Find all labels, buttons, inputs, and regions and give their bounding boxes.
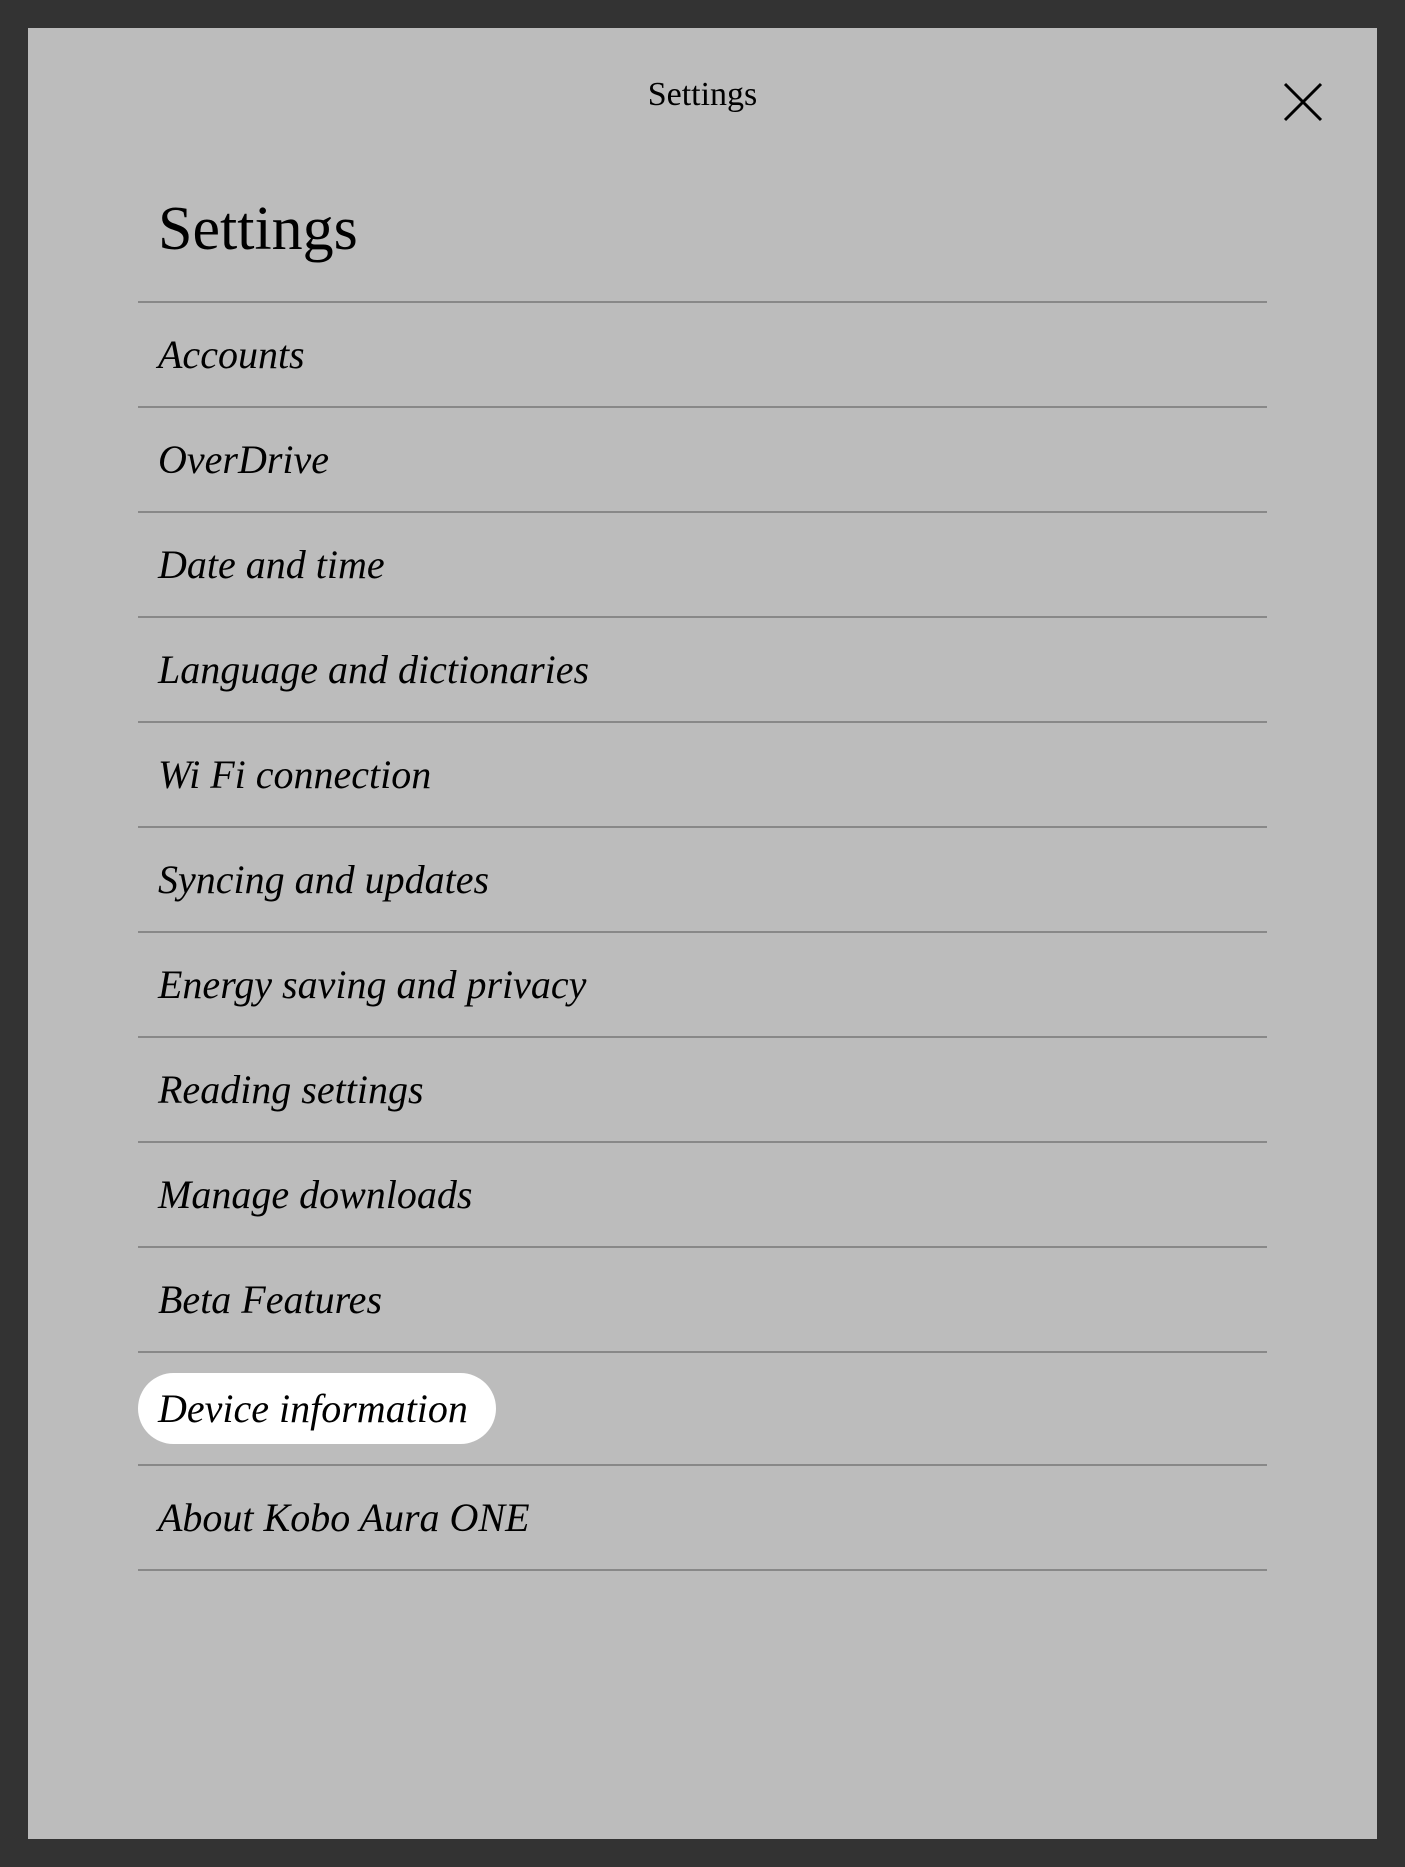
- settings-item-label: Wi Fi connection: [158, 751, 431, 798]
- settings-item-downloads[interactable]: Manage downloads: [138, 1143, 1267, 1248]
- settings-item-date-time[interactable]: Date and time: [138, 513, 1267, 618]
- settings-item-wifi[interactable]: Wi Fi connection: [138, 723, 1267, 828]
- settings-item-overdrive[interactable]: OverDrive: [138, 408, 1267, 513]
- settings-item-label: Reading settings: [158, 1066, 424, 1113]
- settings-item-label: Accounts: [158, 331, 305, 378]
- settings-item-reading[interactable]: Reading settings: [138, 1038, 1267, 1143]
- settings-item-label: OverDrive: [158, 436, 329, 483]
- settings-item-label: Syncing and updates: [158, 856, 489, 903]
- settings-item-about[interactable]: About Kobo Aura ONE: [138, 1466, 1267, 1571]
- highlight-pill: Device information: [138, 1373, 496, 1444]
- settings-item-label: Language and dictionaries: [158, 646, 589, 693]
- settings-list: Accounts OverDrive Date and time Languag…: [138, 301, 1267, 1571]
- settings-item-label: Manage downloads: [158, 1171, 472, 1218]
- settings-item-label: Date and time: [158, 541, 385, 588]
- settings-item-label: Energy saving and privacy: [158, 961, 586, 1008]
- settings-item-language[interactable]: Language and dictionaries: [138, 618, 1267, 723]
- close-button[interactable]: [1277, 76, 1329, 128]
- settings-screen: Settings Settings Accounts OverDrive Dat…: [28, 28, 1377, 1839]
- page-title: Settings: [138, 194, 1267, 301]
- close-icon: [1281, 80, 1325, 124]
- settings-item-device-info[interactable]: Device information: [138, 1353, 1267, 1466]
- settings-item-energy[interactable]: Energy saving and privacy: [138, 933, 1267, 1038]
- settings-item-label: About Kobo Aura ONE: [158, 1494, 530, 1541]
- header: Settings: [28, 28, 1377, 134]
- settings-item-label: Beta Features: [158, 1276, 382, 1323]
- content: Settings Accounts OverDrive Date and tim…: [28, 134, 1377, 1571]
- settings-item-beta[interactable]: Beta Features: [138, 1248, 1267, 1353]
- settings-item-label: Device information: [158, 1386, 468, 1431]
- settings-item-syncing[interactable]: Syncing and updates: [138, 828, 1267, 933]
- header-title: Settings: [648, 76, 758, 113]
- settings-item-accounts[interactable]: Accounts: [138, 303, 1267, 408]
